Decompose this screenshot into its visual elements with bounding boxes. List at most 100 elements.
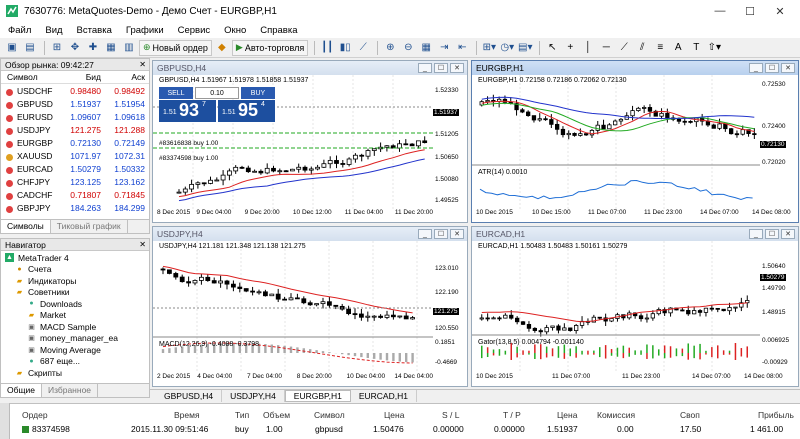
- column-current-price[interactable]: Цена: [557, 410, 577, 420]
- nav-item-downloads[interactable]: ● Downloads: [1, 298, 149, 310]
- market-watch-row[interactable]: GBPUSD 1.51937 1.51954: [1, 97, 149, 110]
- new-chart-icon[interactable]: ▣: [4, 40, 20, 56]
- column-sl[interactable]: S / L: [442, 410, 459, 420]
- line-chart-icon[interactable]: ⟋: [355, 40, 371, 56]
- nav-item-money-manager[interactable]: ▣ money_manager_ea: [1, 333, 149, 345]
- column-symbol[interactable]: Символ: [314, 410, 345, 420]
- minimize-icon[interactable]: _: [749, 63, 763, 73]
- autoscroll-icon[interactable]: ⇥: [436, 40, 452, 56]
- menu-view[interactable]: Вид: [45, 25, 62, 36]
- data-window-icon[interactable]: ✥: [67, 40, 83, 56]
- tab-common[interactable]: Общие: [1, 384, 42, 397]
- fibo-icon[interactable]: ≡: [652, 40, 668, 56]
- meta-editor-icon[interactable]: ◆: [214, 40, 230, 56]
- menu-window[interactable]: Окно: [224, 25, 246, 36]
- column-tp[interactable]: T / P: [503, 410, 521, 420]
- tab-usdjpy[interactable]: USDJPY,H4: [222, 390, 285, 402]
- close-icon[interactable]: ✕: [139, 240, 146, 249]
- nav-item-market[interactable]: ▰ Market: [1, 310, 149, 322]
- price-plot[interactable]: USDJPY,H4 121.181 121.348 121.138 121.27…: [153, 241, 433, 373]
- chart-window-eurgbp[interactable]: EURGBP,H1 _ ☐ ✕ EURGBP,H1 0.72158 0.72186 …: [471, 60, 799, 223]
- chart-window-gbpusd[interactable]: GBPUSD,H4 _ ☐ ✕ GBPUSD,H4 1.51967 1.51978 …: [152, 60, 468, 223]
- periods-icon[interactable]: ◷▾: [499, 40, 515, 56]
- price-plot[interactable]: GBPUSD,H4 1.51967 1.51978 1.51858 1.5193…: [153, 75, 433, 209]
- minimize-icon[interactable]: _: [418, 229, 432, 239]
- tab-favorites[interactable]: Избранное: [42, 384, 99, 397]
- market-watch-row[interactable]: CADCHF 0.71807 0.71845: [1, 188, 149, 201]
- maximize-icon[interactable]: ☐: [434, 229, 448, 239]
- market-watch-row[interactable]: USDCHF 0.98480 0.98492: [1, 84, 149, 97]
- buy-button[interactable]: BUY: [241, 87, 275, 99]
- column-profit[interactable]: Прибыль: [758, 410, 794, 420]
- horizontal-line-icon[interactable]: ─: [598, 40, 614, 56]
- close-icon[interactable]: ✕: [781, 229, 795, 239]
- chart-shift-icon[interactable]: ⇤: [454, 40, 470, 56]
- lot-input[interactable]: 0.10: [195, 87, 239, 99]
- close-icon[interactable]: ✕: [450, 229, 464, 239]
- order-row[interactable]: 83374598 2015.11.30 09:51:46 buy 1.00 gb…: [0, 422, 800, 436]
- navigator-icon[interactable]: ✚: [85, 40, 101, 56]
- order-label[interactable]: #83616838 buy 1.00: [159, 140, 218, 147]
- tab-gbpusd[interactable]: GBPUSD,H4: [156, 390, 223, 402]
- market-watch-row[interactable]: EURGBP 0.72130 0.72149: [1, 136, 149, 149]
- arrows-icon[interactable]: ⇧▾: [706, 40, 722, 56]
- tab-symbols[interactable]: Символы: [1, 220, 51, 233]
- order-label[interactable]: #83374598 buy 1.00: [159, 155, 218, 162]
- chart-window-usdjpy[interactable]: USDJPY,H4 _ ☐ ✕ USDJPY,H4 121.181 121.348 …: [152, 226, 468, 387]
- nav-item-moving-average[interactable]: ▣ Moving Average: [1, 344, 149, 356]
- market-watch-row[interactable]: CHFJPY 123.125 123.162: [1, 175, 149, 188]
- market-watch-row[interactable]: XAUUSD 1071.97 1072.31: [1, 149, 149, 162]
- column-time[interactable]: Время: [174, 410, 200, 420]
- maximize-icon[interactable]: ☐: [434, 63, 448, 73]
- column-bid[interactable]: Бид: [53, 72, 101, 82]
- vertical-line-icon[interactable]: │: [580, 40, 596, 56]
- nav-item-macd-sample[interactable]: ▣ MACD Sample: [1, 321, 149, 333]
- channel-icon[interactable]: ⫽: [634, 40, 650, 56]
- minimize-icon[interactable]: —: [706, 0, 734, 22]
- close-icon[interactable]: ✕: [139, 60, 146, 69]
- sell-button[interactable]: SELL: [159, 87, 193, 99]
- chart-window-eurcad[interactable]: EURCAD,H1 _ ☐ ✕ EURCAD,H1 1.50483 1.50483 …: [471, 226, 799, 387]
- text-icon[interactable]: A: [670, 40, 686, 56]
- cursor-icon[interactable]: ↖: [544, 40, 560, 56]
- column-symbol[interactable]: Символ: [1, 72, 53, 82]
- sell-price-box[interactable]: 1.51 93 7: [159, 100, 216, 122]
- buy-price-box[interactable]: 1.51 95 4: [218, 100, 275, 122]
- column-type[interactable]: Тип: [235, 410, 249, 420]
- nav-item-more[interactable]: ● 687 еще...: [1, 356, 149, 368]
- tester-icon[interactable]: ▥: [121, 40, 137, 56]
- zoom-in-icon[interactable]: ⊕: [382, 40, 398, 56]
- market-watch-row[interactable]: GBPJPY 184.263 184.299: [1, 201, 149, 214]
- maximize-icon[interactable]: ☐: [765, 229, 779, 239]
- market-watch-row[interactable]: EURUSD 1.09607 1.09618: [1, 110, 149, 123]
- minimize-icon[interactable]: _: [418, 63, 432, 73]
- trendline-icon[interactable]: ⟋: [616, 40, 632, 56]
- menu-tools[interactable]: Сервис: [178, 25, 211, 36]
- bar-chart-icon[interactable]: ┃┃: [319, 40, 335, 56]
- nav-item-scripts[interactable]: ▰ Скрипты: [1, 367, 149, 379]
- terminal-icon[interactable]: ▦: [103, 40, 119, 56]
- tab-eurgbp[interactable]: EURGBP,H1: [284, 390, 351, 402]
- market-watch-icon[interactable]: ⊞: [49, 40, 65, 56]
- crosshair-icon[interactable]: +: [562, 40, 578, 56]
- tile-windows-icon[interactable]: ▦: [418, 40, 434, 56]
- close-icon[interactable]: ✕: [781, 63, 795, 73]
- column-order[interactable]: Ордер: [22, 410, 48, 420]
- tab-tick-chart[interactable]: Тиковый график: [51, 220, 128, 233]
- column-ask[interactable]: Аск: [101, 72, 145, 82]
- autotrading-button[interactable]: ▶ Авто-торговля: [231, 39, 309, 56]
- minimize-icon[interactable]: _: [749, 229, 763, 239]
- candles-icon[interactable]: ▮▯: [337, 40, 353, 56]
- market-watch-row[interactable]: USDJPY 121.275 121.288: [1, 123, 149, 136]
- column-swap[interactable]: Своп: [680, 410, 700, 420]
- menu-charts[interactable]: Графики: [126, 25, 164, 36]
- column-price[interactable]: Цена: [384, 410, 404, 420]
- nav-item-accounts[interactable]: ● Счета: [1, 264, 149, 276]
- market-watch-row[interactable]: EURCAD 1.50279 1.50332: [1, 162, 149, 175]
- menu-insert[interactable]: Вставка: [77, 25, 112, 36]
- tab-eurcad[interactable]: EURCAD,H1: [351, 390, 417, 402]
- nav-item-metatrader[interactable]: ▲ MetaTrader 4: [1, 252, 149, 264]
- menu-file[interactable]: Файл: [8, 25, 31, 36]
- indicators-icon[interactable]: ⊞▾: [481, 40, 497, 56]
- nav-item-experts[interactable]: ▰ Советники: [1, 287, 149, 299]
